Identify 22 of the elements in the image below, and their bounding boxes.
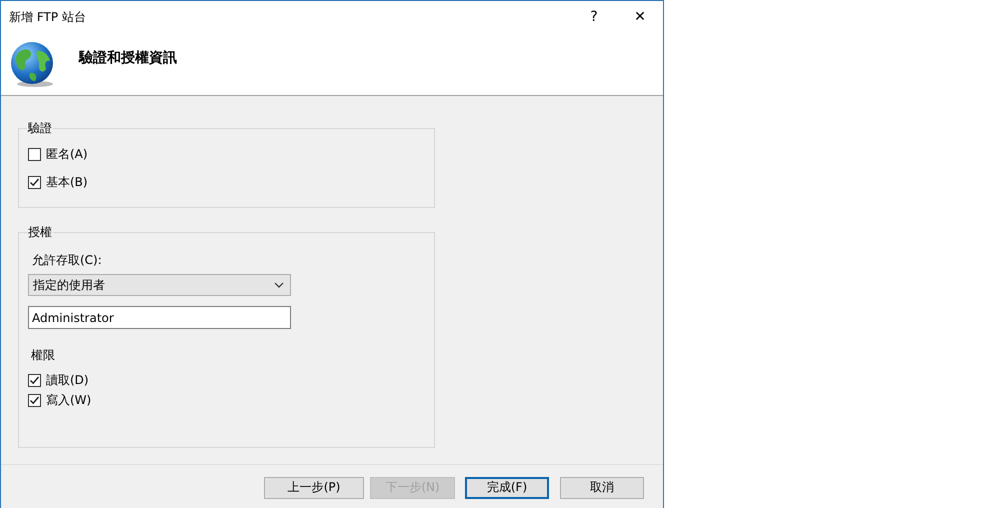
close-button[interactable]: ✕	[617, 2, 663, 32]
wizard-button[interactable]: 上一步(P)	[264, 476, 364, 498]
checkbox[interactable]	[28, 374, 41, 386]
permissions-label: 權限	[31, 347, 56, 364]
checkbox-label: 讀取(D)	[46, 372, 89, 388]
window-title: 新增 FTP 站台	[9, 8, 87, 26]
wizard-button[interactable]: 完成(F)	[465, 476, 549, 498]
checkbox-label: 基本(B)	[46, 174, 88, 190]
chevron-down-icon	[274, 282, 284, 288]
help-button[interactable]: ?	[571, 2, 617, 32]
checkbox[interactable]	[28, 394, 41, 406]
checkbox-label: 匿名(A)	[46, 146, 88, 162]
wizard-button[interactable]: 取消	[560, 476, 644, 498]
checkbox[interactable]	[28, 176, 41, 188]
access-label: 允許存取(C):	[32, 252, 103, 268]
checkbox[interactable]	[28, 148, 41, 160]
page-heading: 驗證和授權資訊	[79, 49, 177, 67]
access-dropdown[interactable]: 指定的使用者	[28, 274, 291, 296]
user-field[interactable]: Administrator	[28, 306, 291, 329]
group-title: 驗證	[27, 120, 53, 137]
group-title: 授權	[27, 224, 53, 241]
checkbox-label: 寫入(W)	[46, 392, 92, 408]
